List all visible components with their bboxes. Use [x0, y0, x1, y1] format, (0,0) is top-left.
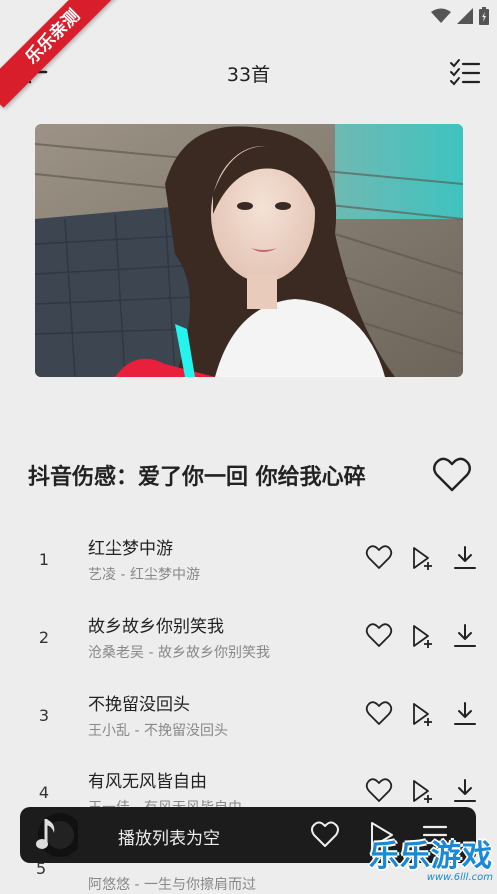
song-title: 不挽留没回头 [88, 695, 190, 715]
song-row[interactable]: 3 不挽留没回头 王小乱 - 不挽留没回头 [0, 686, 497, 756]
like-heart-icon[interactable] [365, 700, 393, 728]
site-watermark: 乐乐游戏 www.6lll.com [369, 841, 493, 883]
playlist-title: 抖音伤感：爱了你一回 你给我心碎 [28, 465, 366, 490]
song-artist-album: 王小乱 - 不挽留没回头 [88, 723, 228, 739]
download-icon[interactable] [451, 777, 479, 805]
add-to-playlist-icon[interactable] [408, 777, 436, 805]
like-heart-icon[interactable] [365, 777, 393, 805]
favorite-heart-icon[interactable] [432, 456, 472, 494]
song-row[interactable]: 1 红尘梦中游 艺凌 - 红尘梦中游 [0, 530, 497, 600]
add-to-playlist-icon[interactable] [408, 544, 436, 572]
song-index: 1 [38, 550, 50, 569]
watermark-url: www.6lll.com [426, 872, 493, 883]
battery-icon [479, 7, 489, 25]
player-like-icon[interactable] [310, 820, 340, 850]
song-artist-album: 阿悠悠 - 一生与你擦肩而过 [88, 877, 256, 893]
playlist-cover-image [35, 124, 463, 377]
download-icon[interactable] [451, 700, 479, 728]
song-index: 2 [38, 628, 50, 647]
song-artist-album: 沧桑老吴 - 故乡故乡你别笑我 [88, 645, 270, 661]
wifi-icon [431, 8, 451, 23]
song-index: 3 [38, 706, 50, 725]
player-status-text: 播放列表为空 [118, 829, 220, 849]
status-bar [431, 6, 489, 26]
watermark-text: 乐乐游戏 [369, 839, 493, 874]
top-bar: 33首 [0, 48, 497, 96]
signal-icon [457, 8, 473, 24]
like-heart-icon[interactable] [365, 544, 393, 572]
song-row[interactable]: 2 故乡故乡你别笑我 沧桑老吴 - 故乡故乡你别笑我 [0, 608, 497, 678]
download-icon[interactable] [451, 544, 479, 572]
song-title: 红尘梦中游 [88, 539, 173, 559]
add-to-playlist-icon[interactable] [408, 700, 436, 728]
page-title: 33首 [226, 64, 271, 86]
checklist-icon[interactable] [449, 58, 481, 86]
music-note-icon [36, 813, 78, 857]
song-index: 4 [38, 783, 50, 802]
song-title: 有风无风皆自由 [88, 772, 207, 792]
song-title: 故乡故乡你别笑我 [88, 617, 224, 637]
like-heart-icon[interactable] [365, 622, 393, 650]
download-icon[interactable] [451, 622, 479, 650]
add-to-playlist-icon[interactable] [408, 622, 436, 650]
song-artist-album: 艺凌 - 红尘梦中游 [88, 567, 200, 583]
